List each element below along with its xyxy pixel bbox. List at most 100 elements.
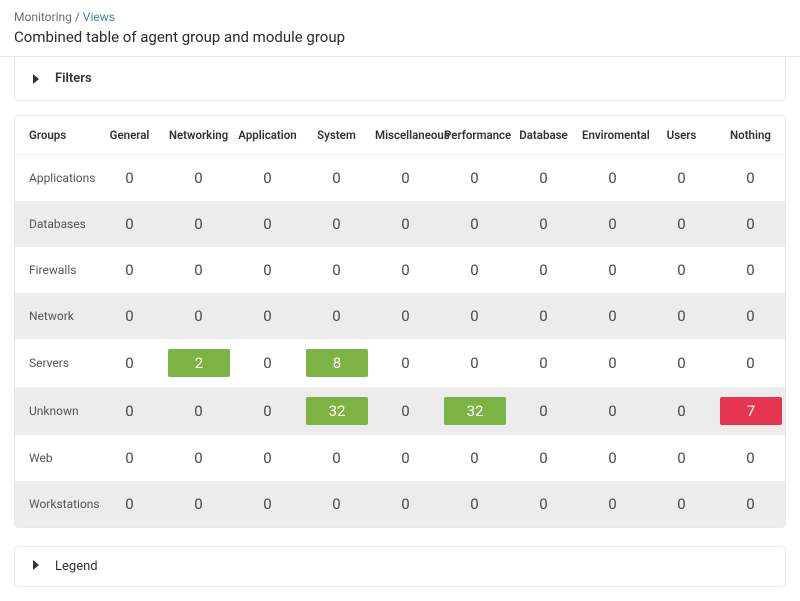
cell: 0 bbox=[440, 201, 509, 247]
cell[interactable]: 7 bbox=[716, 387, 785, 435]
status-badge[interactable]: 2 bbox=[168, 349, 230, 377]
data-table: Groups General Networking Application Sy… bbox=[14, 115, 786, 528]
cell[interactable]: 32 bbox=[440, 387, 509, 435]
cell: 0 bbox=[647, 155, 716, 201]
cell: 0 bbox=[95, 481, 164, 527]
cell: 0 bbox=[578, 155, 647, 201]
filters-label: Filters bbox=[55, 71, 92, 86]
cell: 0 bbox=[95, 201, 164, 247]
col-header: Performance bbox=[440, 116, 509, 155]
row-label: Servers bbox=[15, 339, 95, 387]
cell: 0 bbox=[509, 339, 578, 387]
cell: 0 bbox=[95, 293, 164, 339]
status-badge[interactable]: 32 bbox=[306, 397, 368, 425]
table-row: Unknown000320320007 bbox=[15, 387, 785, 435]
table-row: Firewalls0000000000 bbox=[15, 247, 785, 293]
cell: 0 bbox=[647, 387, 716, 435]
cell: 0 bbox=[164, 435, 233, 481]
cell: 0 bbox=[509, 155, 578, 201]
table-row: Servers0208000000 bbox=[15, 339, 785, 387]
cell: 0 bbox=[233, 293, 302, 339]
cell: 0 bbox=[95, 155, 164, 201]
status-badge[interactable]: 7 bbox=[720, 397, 782, 425]
row-label: Firewalls bbox=[15, 247, 95, 293]
cell: 0 bbox=[647, 247, 716, 293]
cell[interactable]: 32 bbox=[302, 387, 371, 435]
cell: 0 bbox=[716, 247, 785, 293]
breadcrumb: Monitoring / Views bbox=[0, 0, 800, 26]
cell: 0 bbox=[647, 293, 716, 339]
cell: 0 bbox=[509, 481, 578, 527]
cell: 0 bbox=[716, 155, 785, 201]
cell: 0 bbox=[302, 155, 371, 201]
col-header-groups: Groups bbox=[15, 116, 95, 155]
cell: 0 bbox=[302, 293, 371, 339]
cell: 0 bbox=[164, 293, 233, 339]
cell: 0 bbox=[95, 387, 164, 435]
cell: 0 bbox=[440, 155, 509, 201]
cell: 0 bbox=[95, 247, 164, 293]
cell: 0 bbox=[371, 339, 440, 387]
table-row: Databases0000000000 bbox=[15, 201, 785, 247]
cell: 0 bbox=[302, 481, 371, 527]
cell: 0 bbox=[578, 339, 647, 387]
filters-panel: Filters bbox=[14, 57, 786, 101]
col-header: Database bbox=[509, 116, 578, 155]
cell: 0 bbox=[371, 387, 440, 435]
col-header: Users bbox=[647, 116, 716, 155]
row-label: Unknown bbox=[15, 387, 95, 435]
breadcrumb-root: Monitoring bbox=[14, 10, 72, 24]
cell[interactable]: 2 bbox=[164, 339, 233, 387]
legend-toggle[interactable]: Legend bbox=[15, 547, 785, 586]
cell: 0 bbox=[233, 387, 302, 435]
cell: 0 bbox=[302, 435, 371, 481]
cell: 0 bbox=[164, 155, 233, 201]
cell: 0 bbox=[509, 293, 578, 339]
chevron-right-icon bbox=[31, 74, 41, 84]
cell: 0 bbox=[716, 435, 785, 481]
cell: 0 bbox=[716, 201, 785, 247]
cell: 0 bbox=[440, 435, 509, 481]
cell: 0 bbox=[440, 247, 509, 293]
row-label: Applications bbox=[15, 155, 95, 201]
cell: 0 bbox=[164, 481, 233, 527]
row-label: Web bbox=[15, 435, 95, 481]
col-header: Miscellaneous bbox=[371, 116, 440, 155]
legend-label: Legend bbox=[55, 559, 98, 574]
filters-toggle[interactable]: Filters bbox=[15, 57, 785, 100]
col-header: Application bbox=[233, 116, 302, 155]
cell: 0 bbox=[647, 481, 716, 527]
table-row: Network0000000000 bbox=[15, 293, 785, 339]
row-label: Workstations bbox=[15, 481, 95, 527]
cell: 0 bbox=[440, 481, 509, 527]
cell: 0 bbox=[233, 339, 302, 387]
cell: 0 bbox=[302, 247, 371, 293]
cell: 0 bbox=[578, 387, 647, 435]
cell: 0 bbox=[578, 247, 647, 293]
breadcrumb-current[interactable]: Views bbox=[83, 10, 115, 24]
cell: 0 bbox=[371, 293, 440, 339]
cell[interactable]: 8 bbox=[302, 339, 371, 387]
table-row: Web0000000000 bbox=[15, 435, 785, 481]
status-badge[interactable]: 32 bbox=[444, 397, 506, 425]
cell: 0 bbox=[578, 293, 647, 339]
cell: 0 bbox=[233, 481, 302, 527]
col-header: Networking bbox=[164, 116, 233, 155]
cell: 0 bbox=[164, 247, 233, 293]
cell: 0 bbox=[647, 435, 716, 481]
cell: 0 bbox=[95, 435, 164, 481]
cell: 0 bbox=[509, 387, 578, 435]
cell: 0 bbox=[371, 201, 440, 247]
chevron-right-icon bbox=[31, 559, 41, 574]
table-header-row: Groups General Networking Application Sy… bbox=[15, 116, 785, 155]
row-label: Network bbox=[15, 293, 95, 339]
cell: 0 bbox=[302, 201, 371, 247]
cell: 0 bbox=[578, 201, 647, 247]
status-badge[interactable]: 8 bbox=[306, 349, 368, 377]
cell: 0 bbox=[371, 155, 440, 201]
cell: 0 bbox=[164, 201, 233, 247]
page-title: Combined table of agent group and module… bbox=[0, 26, 800, 56]
col-header: General bbox=[95, 116, 164, 155]
cell: 0 bbox=[233, 247, 302, 293]
cell: 0 bbox=[716, 293, 785, 339]
